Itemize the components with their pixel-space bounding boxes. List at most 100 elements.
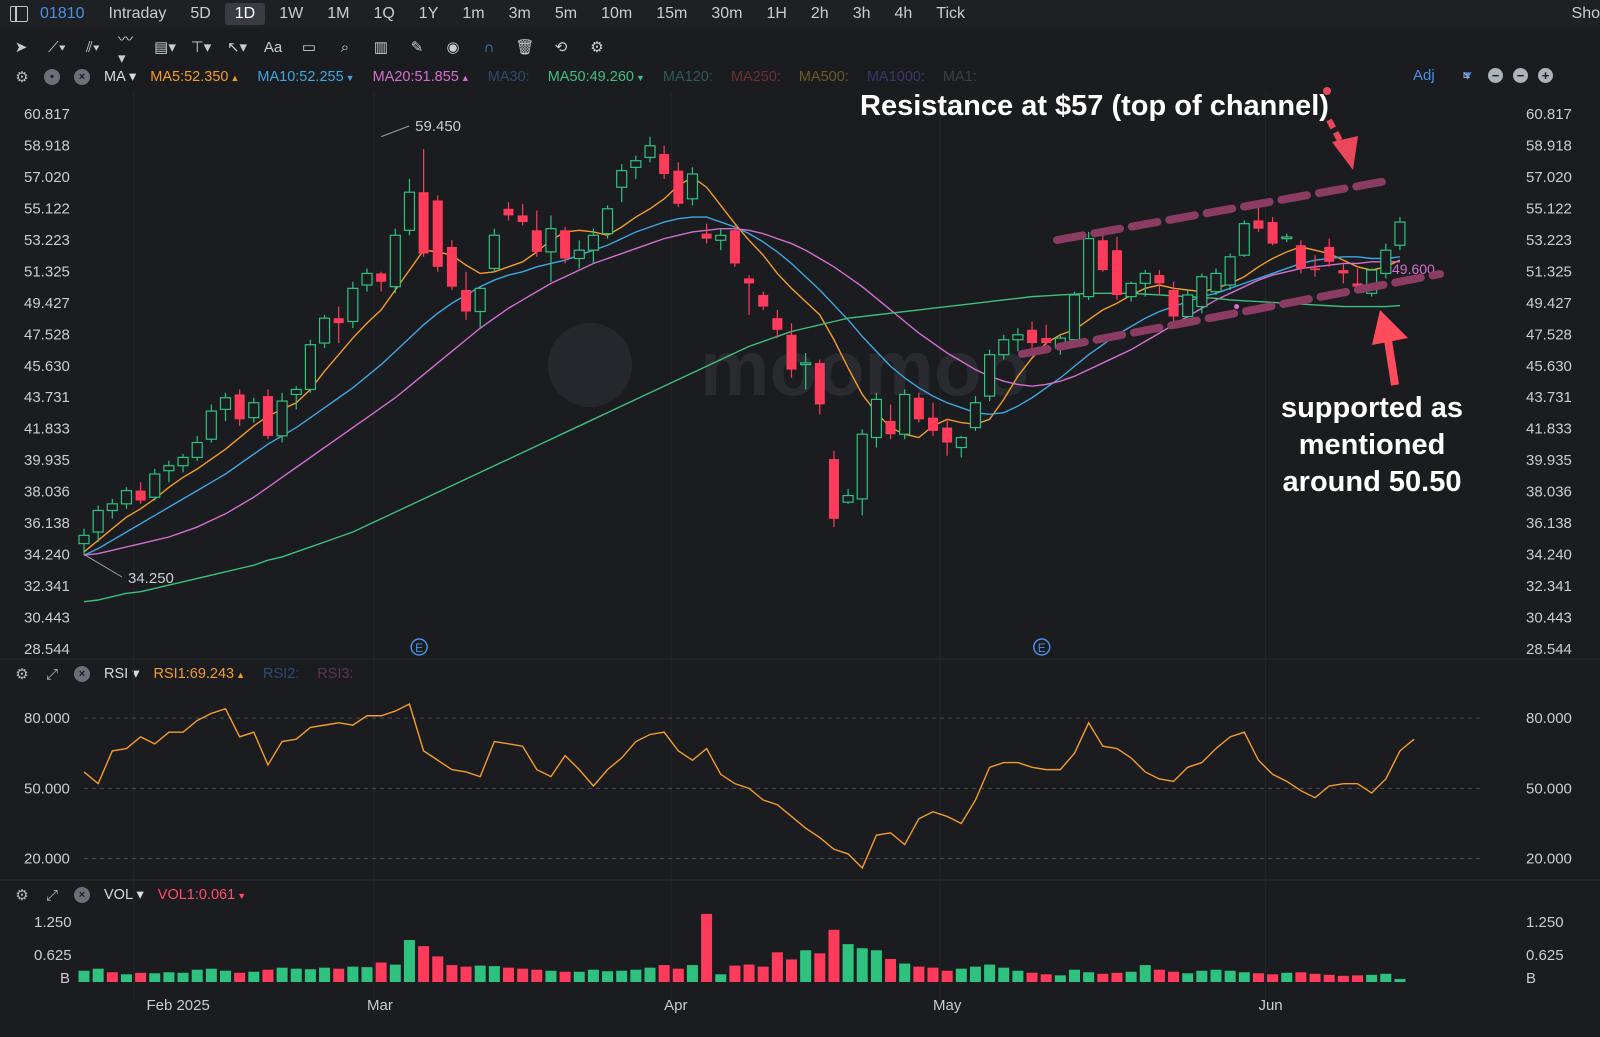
support-arrow-head bbox=[1372, 310, 1408, 345]
settings-gear-icon[interactable]: ⚙ bbox=[14, 666, 30, 683]
timeframe-tab[interactable]: 1H bbox=[756, 3, 796, 25]
price-tick-label: 41.833 bbox=[24, 421, 70, 438]
expand-icon[interactable]: ⤢ bbox=[44, 666, 60, 683]
candle-body bbox=[715, 234, 727, 241]
timeframe-tab[interactable]: Intraday bbox=[99, 3, 177, 25]
candle-body bbox=[163, 465, 175, 472]
comment-tool-icon[interactable]: ▭ bbox=[298, 36, 320, 58]
volume-bar bbox=[1352, 975, 1363, 982]
collapse-icon[interactable]: − bbox=[1513, 68, 1528, 83]
candle-body bbox=[262, 396, 273, 436]
rsi-label[interactable]: RSI ▾ bbox=[104, 666, 139, 682]
sidebar-toggle-icon[interactable] bbox=[10, 6, 28, 22]
settings-gear-icon[interactable]: ⚙ bbox=[14, 887, 30, 904]
timeframe-tab[interactable]: 4h bbox=[885, 3, 923, 25]
candle-body bbox=[545, 228, 557, 253]
candle-body bbox=[191, 441, 203, 459]
zoom-out-icon[interactable]: − bbox=[1488, 68, 1503, 83]
settings-gear-icon[interactable]: ⚙ bbox=[14, 69, 30, 86]
price-tick-label: 60.817 bbox=[1526, 106, 1572, 123]
close-icon[interactable]: × bbox=[74, 69, 90, 85]
zoom-icon[interactable]: ⌕ bbox=[334, 36, 356, 58]
indicator-value: RSI3: bbox=[317, 666, 354, 682]
timeframe-tab[interactable]: 2h bbox=[801, 3, 839, 25]
timeframe-tab[interactable]: 1D bbox=[224, 3, 266, 25]
support-annotation-line: around 50.50 bbox=[1283, 466, 1462, 498]
cursor-icon[interactable]: ➤ bbox=[10, 36, 32, 58]
watermark: moomoo bbox=[548, 323, 1029, 412]
volume-bar bbox=[488, 966, 500, 982]
timeframe-tab[interactable]: 1M bbox=[317, 3, 359, 25]
candle-body bbox=[276, 400, 288, 437]
pattern-icon[interactable]: ▥ bbox=[370, 36, 392, 58]
candle-body bbox=[573, 249, 585, 260]
candle-body bbox=[772, 318, 783, 330]
wave-tool-icon[interactable]: 〰▾ bbox=[118, 31, 140, 67]
resistance-annotation: Resistance at $57 (top of channel) bbox=[860, 90, 1329, 122]
candle-body bbox=[729, 230, 740, 264]
fib-tool-icon[interactable]: ▤▾ bbox=[154, 36, 176, 58]
measure-tool-icon[interactable]: ⊤▾ bbox=[190, 36, 212, 58]
magnet-icon[interactable]: ∩ bbox=[478, 36, 500, 58]
close-icon[interactable]: × bbox=[74, 666, 90, 682]
timeframe-tab[interactable]: 1W bbox=[269, 3, 313, 25]
volume-bar bbox=[92, 968, 104, 982]
candle-body bbox=[1224, 256, 1236, 286]
channel-top-line bbox=[1053, 176, 1396, 244]
volume-bar bbox=[1153, 969, 1165, 982]
axes: 60.817 60.817 58.918 58.918 57.020 57.020 55.1… bbox=[24, 106, 1572, 1014]
timeframe-tab[interactable]: Tick bbox=[926, 3, 975, 25]
settings-icon[interactable]: ⚙ bbox=[586, 36, 608, 58]
volume-bar bbox=[234, 972, 246, 982]
timeframe-tab[interactable]: 5D bbox=[180, 3, 220, 25]
chart-scale-controls: ⊾ − − + bbox=[1462, 68, 1553, 83]
candle-body bbox=[248, 402, 260, 419]
volume-bar bbox=[1097, 973, 1109, 982]
timeframe-tab[interactable]: 15m bbox=[646, 3, 697, 25]
text-tool-icon[interactable]: Aa bbox=[262, 36, 284, 58]
brush-icon[interactable]: ✎ bbox=[406, 36, 428, 58]
channel-tool-icon[interactable]: ⫽▾ bbox=[82, 36, 104, 58]
timeframe-tab[interactable]: 5m bbox=[545, 3, 587, 25]
ma-label[interactable]: MA ▾ bbox=[104, 69, 136, 85]
timeframe-tab[interactable]: 3m bbox=[499, 3, 541, 25]
low-marker-label: 34.250 bbox=[128, 570, 174, 587]
scale-mode-icon[interactable]: ⊾ bbox=[1462, 68, 1478, 83]
candle-body bbox=[318, 317, 331, 344]
expand-icon[interactable]: ⤢ bbox=[44, 887, 60, 904]
eye-toggle-icon[interactable]: • bbox=[44, 69, 60, 85]
indicator-value: VOL1:0.061 ▼ bbox=[157, 887, 247, 903]
volume-bar bbox=[361, 967, 373, 982]
earnings-marker-label: E bbox=[415, 641, 423, 655]
volume-bar bbox=[389, 964, 401, 982]
ticker-symbol[interactable]: 01810 bbox=[40, 5, 85, 23]
timeframe-tab[interactable]: 30m bbox=[701, 3, 752, 25]
candle-body bbox=[1068, 294, 1081, 341]
timeframe-tab[interactable]: 10m bbox=[591, 3, 642, 25]
candle-body bbox=[1139, 272, 1151, 284]
short-label[interactable]: Sho bbox=[1572, 5, 1600, 23]
candle-body bbox=[969, 402, 982, 429]
timeframe-tab[interactable]: 1Y bbox=[409, 3, 449, 25]
candle-body bbox=[942, 427, 953, 443]
candle-body bbox=[531, 230, 542, 252]
candle-body bbox=[205, 410, 217, 440]
sync-icon[interactable]: ⟲ bbox=[550, 36, 572, 58]
timeframe-tab[interactable]: 3h bbox=[843, 3, 881, 25]
price-tick-label: 47.528 bbox=[1526, 326, 1572, 343]
trash-icon[interactable]: 🗑 bbox=[514, 36, 536, 58]
zoom-in-icon[interactable]: + bbox=[1538, 68, 1553, 83]
close-icon[interactable]: × bbox=[74, 887, 90, 903]
line-tool-icon[interactable]: ⟋▾ bbox=[46, 36, 68, 58]
volume-bar bbox=[375, 962, 387, 982]
arrow-tool-icon[interactable]: ↖▾ bbox=[226, 36, 248, 58]
vol-label[interactable]: VOL ▾ bbox=[104, 887, 144, 903]
volume-bar bbox=[1281, 972, 1293, 982]
candle-body bbox=[955, 436, 967, 449]
watermark-text: moomoo bbox=[700, 324, 1029, 412]
eye-icon[interactable]: ◉ bbox=[442, 36, 464, 58]
candle-body bbox=[928, 417, 938, 431]
timeframe-tab[interactable]: 1m bbox=[452, 3, 494, 25]
timeframe-tab[interactable]: 1Q bbox=[363, 3, 404, 25]
candle-body bbox=[1154, 275, 1165, 284]
